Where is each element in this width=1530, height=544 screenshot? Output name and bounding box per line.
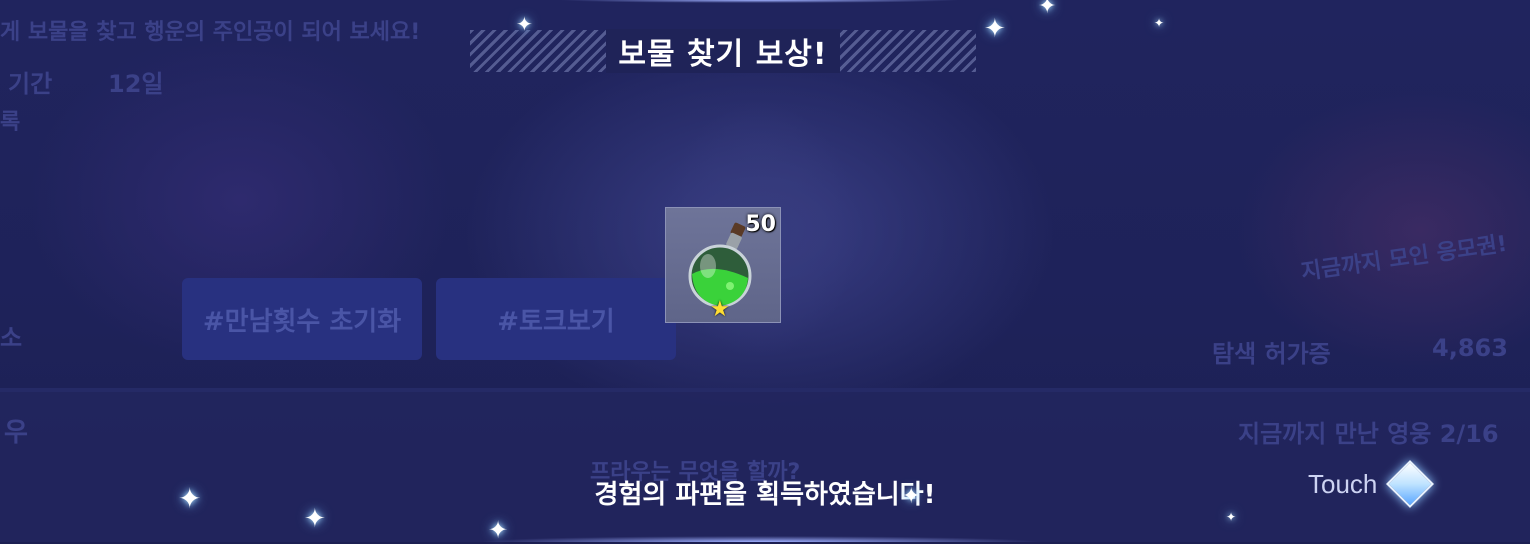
explore-permit-label: 탐색 허가증 [1212,340,1331,368]
left-menu-label: 소 [0,324,23,352]
reward-title-banner: 보물 찾기 보상! [470,29,976,73]
reward-title: 보물 찾기 보상! [606,29,840,73]
sparkle-icon: ✦ [304,504,326,534]
period-label: 기간 [8,70,53,98]
sparkle-icon: ✦ [516,12,533,36]
sparkle-icon: ✦ [1038,0,1057,19]
touch-label: Touch [1308,468,1378,499]
heroes-met-counter: 지금까지 만난 영웅 2/16 [1238,420,1499,448]
top-glow [560,0,960,6]
sparkle-icon: ✦ [178,482,202,515]
sparkle-icon: ✦ [1226,510,1237,524]
explore-permit-count: 4,863 [1432,334,1508,362]
touch-to-continue-button[interactable]: Touch [1308,452,1468,516]
item-quantity: 50 [745,212,776,237]
sparkle-icon: ✦ [984,14,1006,44]
diamond-icon [1386,459,1435,509]
bottom-glow [480,532,1040,542]
period-value: 12일 [108,70,164,98]
sparkle-icon: ✦ [902,484,921,509]
panel-label: 우 [4,418,28,448]
sparkle-icon: ✦ [1154,16,1165,30]
record-label: 록 [0,110,21,135]
sparkle-icon: ✦ [488,516,509,544]
event-description: 게 보물을 찾고 행운의 주인공이 되어 보세요! [0,20,421,45]
star-icon: ★ [710,297,730,322]
reward-item-card[interactable]: 50 ★ [665,207,781,323]
collected-tickets-label: 지금까지 모인 응모권! [1299,231,1509,286]
reward-message: 경험의 파편을 획득하였습니다! [594,480,936,510]
reset-meetings-button: #만남횟수 초기화 [182,278,422,360]
